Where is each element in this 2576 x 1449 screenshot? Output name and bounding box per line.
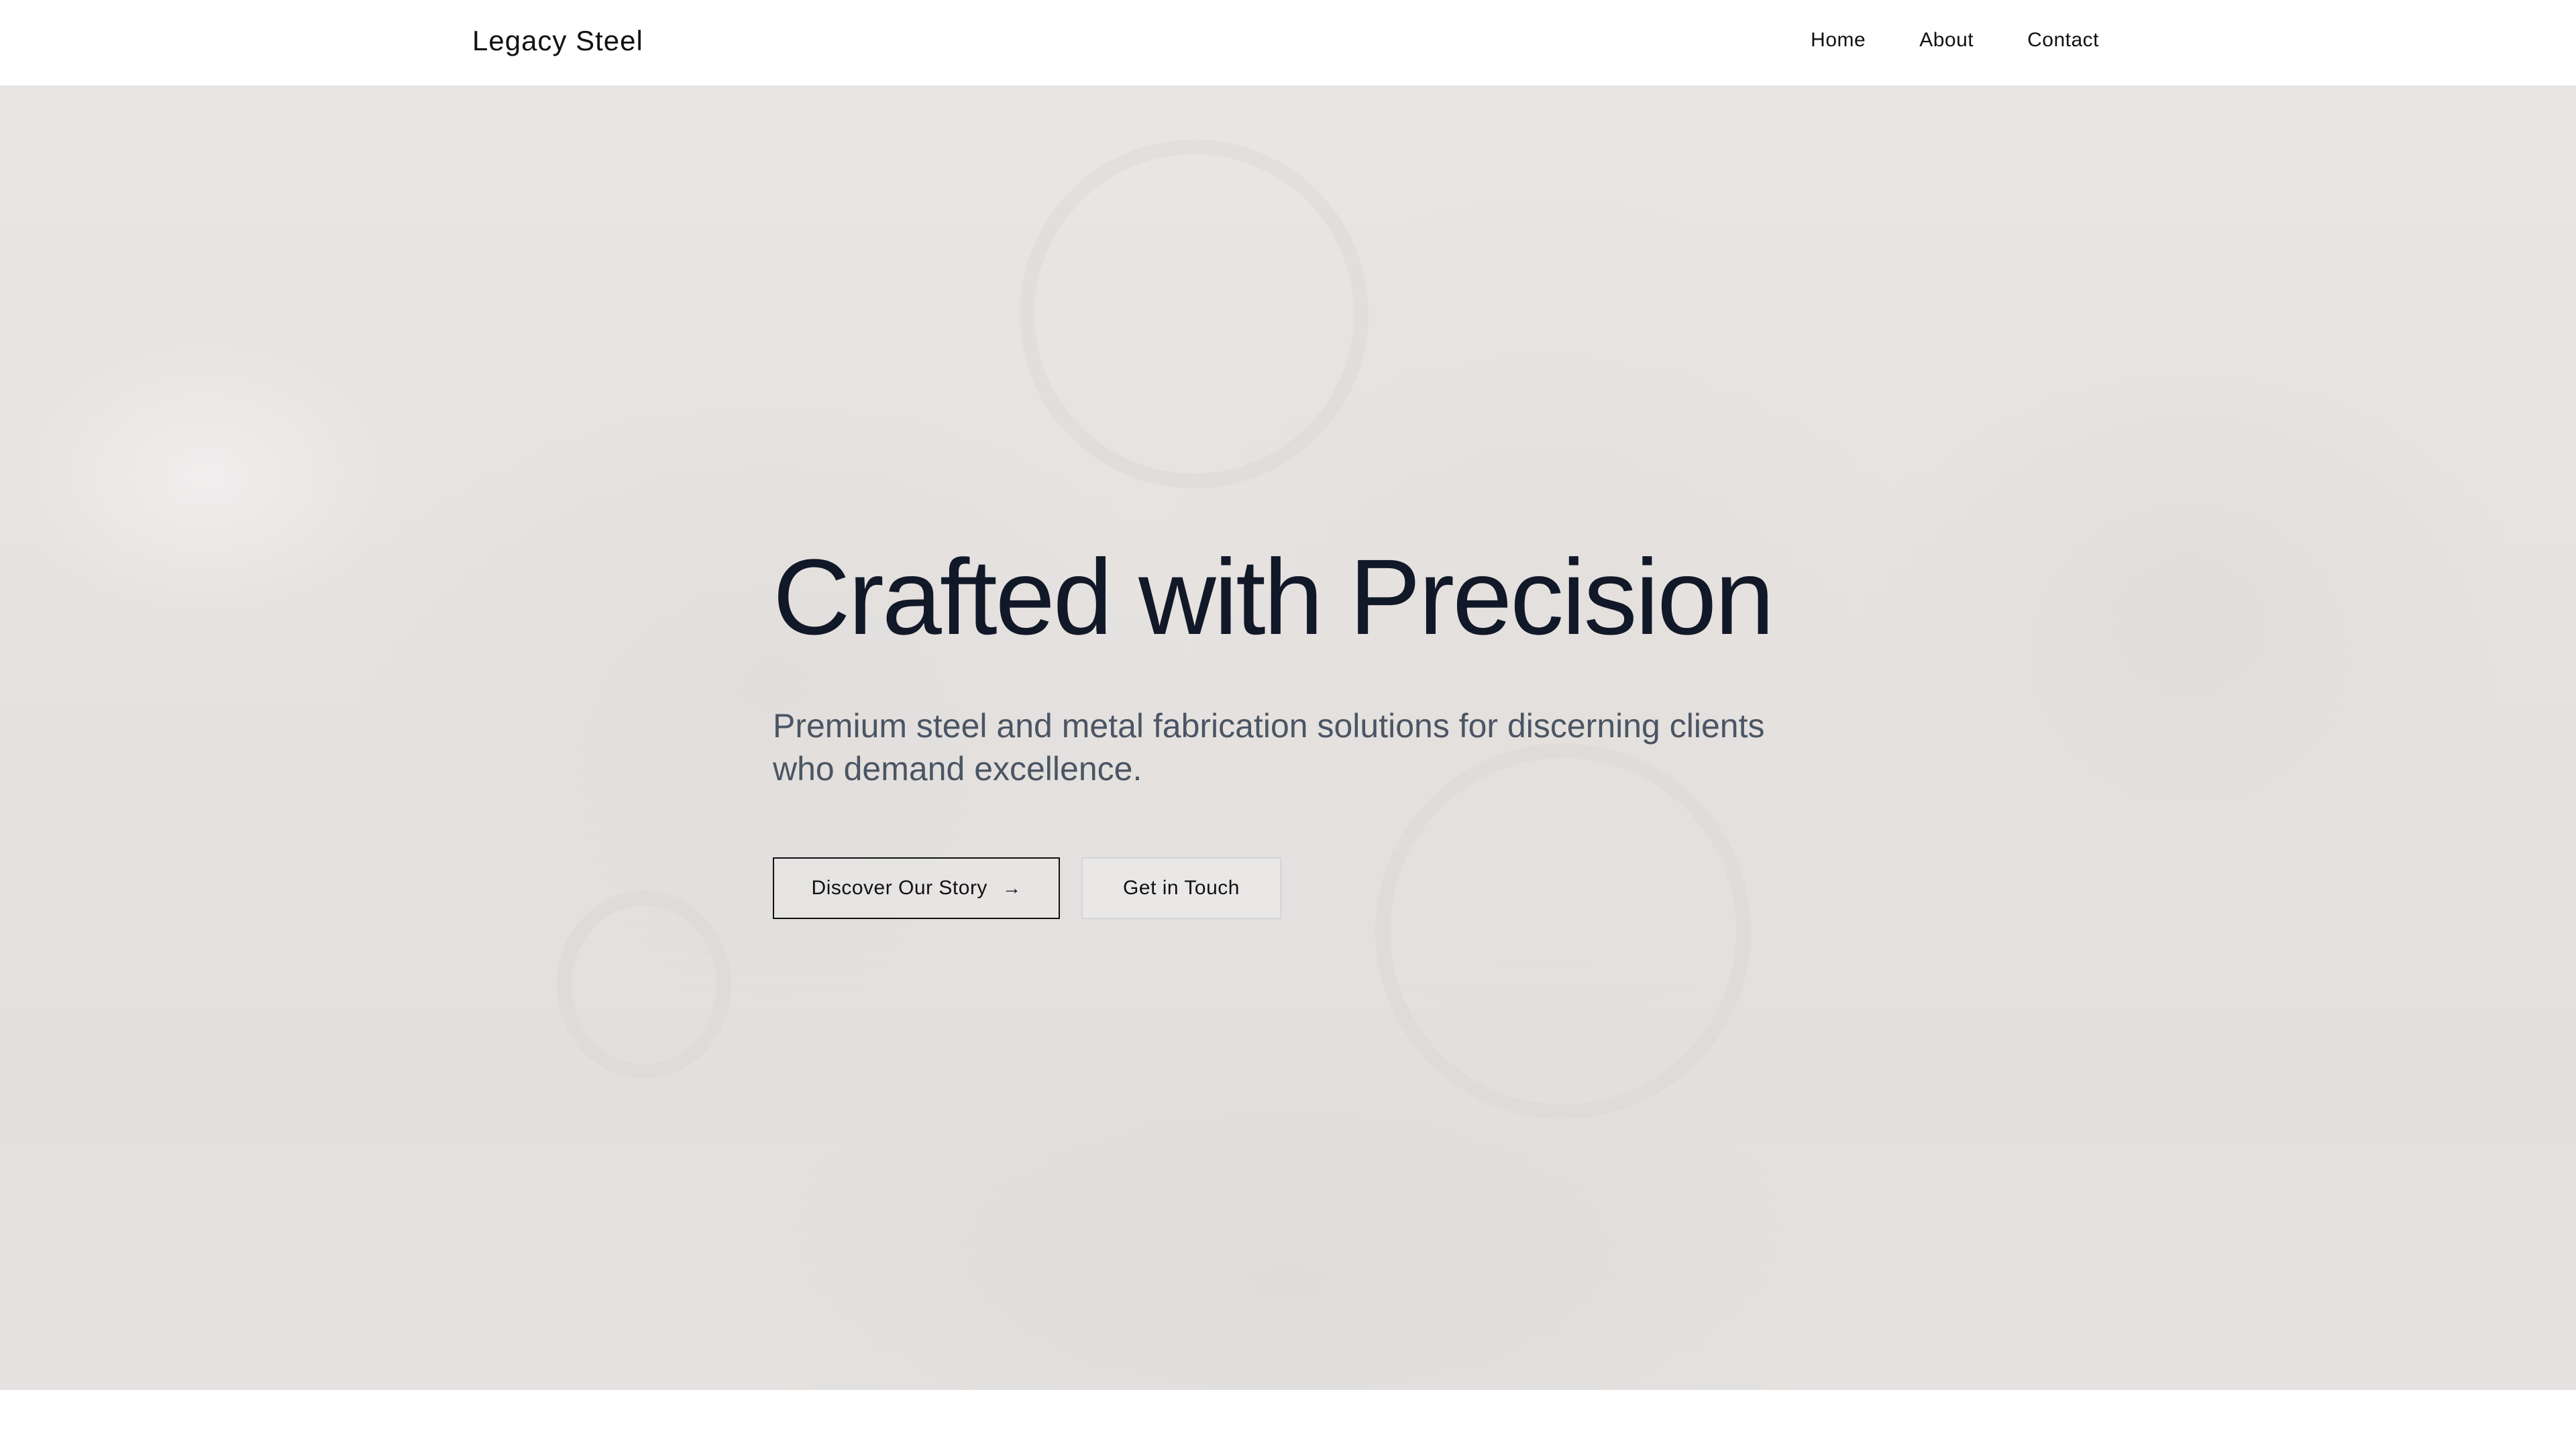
main-nav: Home About Contact (1811, 27, 2099, 54)
hero-section: Crafted with Precision Premium steel and… (0, 86, 2576, 1390)
hero-subtitle: Premium steel and metal fabrication solu… (773, 707, 1765, 788)
hero-content: Crafted with Precision Premium steel and… (773, 537, 1846, 919)
nav-about-link[interactable]: About (1919, 27, 1974, 54)
site-header: Legacy Steel Home About Contact (0, 0, 2576, 86)
discover-story-label: Discover Our Story (811, 877, 987, 899)
get-in-touch-button[interactable]: Get in Touch (1081, 857, 1281, 919)
nav-home-link[interactable]: Home (1811, 27, 1866, 54)
nav-contact-link[interactable]: Contact (2027, 27, 2099, 54)
page-bottom-space (0, 1390, 2576, 1449)
hero-title: Crafted with Precision (773, 537, 1774, 657)
discover-story-button[interactable]: Discover Our Story → (773, 857, 1060, 919)
hero-button-row: Discover Our Story → Get in Touch (773, 857, 1846, 919)
brand-logo[interactable]: Legacy Steel (472, 24, 643, 58)
arrow-right-icon: → (1002, 877, 1022, 898)
